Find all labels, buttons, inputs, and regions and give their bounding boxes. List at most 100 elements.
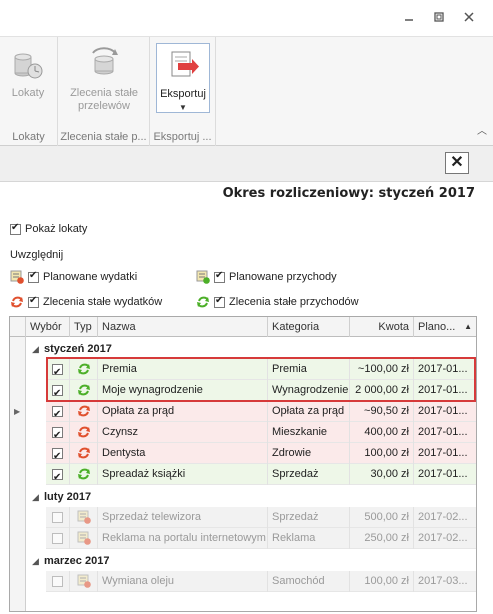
cell-typ xyxy=(70,528,98,549)
cell-wybor xyxy=(46,528,70,549)
recurring-expense-icon xyxy=(10,295,24,309)
recurring-expense-icon xyxy=(77,446,91,460)
table-row[interactable]: Moje wynagrodzenieWynagrodzenie2 000,00 … xyxy=(46,380,476,401)
row-checkbox[interactable] xyxy=(52,575,63,587)
ribbon-group-label: Eksportuj ... xyxy=(153,131,212,143)
eksportuj-button[interactable]: Eksportuj ▼ xyxy=(156,43,210,113)
row-checkbox[interactable] xyxy=(52,511,63,523)
table-row[interactable]: Sprzedaż telewizora Sprzedaż 500,00 zł 2017… xyxy=(46,507,476,528)
cell-kwota: 2 000,00 zł xyxy=(350,380,414,401)
table-row[interactable]: CzynszMieszkanie400,00 zł 2017-01... xyxy=(46,422,476,443)
zlecenia-button-label-2: przelewów xyxy=(78,100,130,112)
recurring-coins-icon xyxy=(87,45,121,81)
table-row[interactable]: Opłata za prądOpłata za prąd~90,50 zł201… xyxy=(46,401,476,422)
pokaz-lokaty-checkbox[interactable]: Pokaż lokaty xyxy=(10,222,88,235)
cell-nazwa: Wymiana oleju xyxy=(98,571,268,592)
cell-kategoria: Premia xyxy=(268,359,350,380)
planned-expense-icon xyxy=(10,270,24,284)
row-indicator-column xyxy=(10,337,26,611)
collapse-group-icon[interactable]: ◢ xyxy=(32,339,39,359)
column-header-nazwa[interactable]: Nazwa xyxy=(98,317,268,337)
checkbox[interactable] xyxy=(214,270,225,283)
table-row[interactable]: PremiaPremia~100,00 zł2017-01... xyxy=(46,359,476,380)
checkbox[interactable] xyxy=(28,270,39,283)
zlecenia-przychodow-label: Zlecenia stałe przychodów xyxy=(229,295,359,308)
cell-kwota: 500,00 zł xyxy=(350,507,414,528)
group-header[interactable]: ◢ luty 2017 xyxy=(26,487,91,507)
cell-kategoria: Reklama xyxy=(268,528,350,549)
cell-kategoria: Sprzedaż xyxy=(268,464,350,485)
cell-wybor xyxy=(46,571,70,592)
collapse-ribbon-icon[interactable]: ︿ xyxy=(477,122,487,137)
row-checkbox[interactable] xyxy=(52,362,63,380)
table-row[interactable]: Spreadaż książkiSprzedaż30,00 zł 2017-01.… xyxy=(46,464,476,485)
row-checkbox[interactable] xyxy=(52,383,63,401)
minimize-icon[interactable] xyxy=(402,10,416,24)
cell-wybor xyxy=(46,443,70,464)
row-checkbox[interactable] xyxy=(52,467,63,485)
planned-expense-icon xyxy=(77,510,91,524)
close-panel-button[interactable]: ✕ xyxy=(445,152,469,174)
cell-planowana: 2017-01... xyxy=(418,363,468,375)
column-header-kwota[interactable]: Kwota xyxy=(350,317,414,337)
cell-kategoria: Zdrowie xyxy=(268,443,350,464)
recurring-income-icon xyxy=(77,383,91,397)
coins-icon xyxy=(11,45,45,81)
zlecenia-wydatkow-option[interactable]: Zlecenia stałe wydatków xyxy=(10,295,162,309)
column-header-typ[interactable]: Typ xyxy=(70,317,98,337)
recurring-income-icon xyxy=(77,362,91,376)
cell-kwota: 100,00 zł xyxy=(350,443,414,464)
row-checkbox[interactable] xyxy=(52,446,63,464)
recurring-expense-icon xyxy=(77,425,91,439)
lokaty-button[interactable]: Lokaty xyxy=(6,45,50,100)
row-checkbox[interactable] xyxy=(52,532,63,544)
zlecenia-przychodow-option[interactable]: Zlecenia stałe przychodów xyxy=(196,295,359,309)
checkbox[interactable] xyxy=(28,295,39,308)
group-header[interactable]: ◢ marzec 2017 xyxy=(26,551,109,571)
checkbox[interactable] xyxy=(10,222,21,235)
cell-wybor xyxy=(46,401,70,422)
planowane-wydatki-label: Planowane wydatki xyxy=(43,270,138,283)
table-row[interactable]: Reklama na portalu internetowym Reklama 25… xyxy=(46,528,476,549)
collapse-group-icon[interactable]: ◢ xyxy=(32,487,39,507)
column-header-planowana[interactable]: Plano... ▲ xyxy=(414,317,476,337)
cell-nazwa: Reklama na portalu internetowym xyxy=(98,528,268,549)
cell-wybor xyxy=(46,507,70,528)
cell-kwota: ~100,00 zł xyxy=(350,359,414,380)
zlecenia-stale-button[interactable]: Zlecenia stałe przelewów xyxy=(62,45,146,113)
cell-kategoria: Sprzedaż xyxy=(268,507,350,528)
table-row[interactable]: DentystaZdrowie100,00 zł 2017-01... xyxy=(46,443,476,464)
restore-icon[interactable] xyxy=(432,10,446,24)
planowane-przychody-option[interactable]: Planowane przychody xyxy=(196,270,337,284)
table-row[interactable]: Wymiana oleju Samochód 100,00 zł 2017-03... xyxy=(46,571,476,592)
zlecenia-button-label-1: Zlecenia stałe xyxy=(70,87,138,99)
content-area: Okres rozliczeniowy: styczeń 2017 Pokaż … xyxy=(0,182,493,614)
cell-wybor xyxy=(46,380,70,401)
zlecenia-wydatkow-label: Zlecenia stałe wydatków xyxy=(43,295,163,308)
close-icon[interactable] xyxy=(462,10,476,24)
column-header-wybor[interactable]: Wybór xyxy=(26,317,70,337)
sort-ascending-icon: ▲ xyxy=(464,322,472,331)
cell-nazwa: Opłata za prąd xyxy=(98,401,268,422)
current-row-arrow-icon: ▶ xyxy=(14,407,21,416)
lokaty-button-label: Lokaty xyxy=(11,87,45,99)
row-checkbox[interactable] xyxy=(52,404,63,422)
cell-kwota: 100,00 zł xyxy=(350,571,414,592)
ribbon-group-label: Lokaty xyxy=(12,131,45,143)
cell-kwota: 400,00 zł xyxy=(350,422,414,443)
planowane-wydatki-option[interactable]: Planowane wydatki xyxy=(10,270,137,284)
planned-expense-icon xyxy=(77,574,91,588)
cell-kategoria: Opłata za prąd xyxy=(268,401,350,422)
cell-wybor xyxy=(46,359,70,380)
cell-planowana: 2017-01... xyxy=(418,447,468,459)
row-checkbox[interactable] xyxy=(52,425,63,443)
group-header[interactable]: ◢ styczeń 2017 xyxy=(26,339,112,359)
panel-header: ✕ xyxy=(0,146,493,182)
checkbox[interactable] xyxy=(214,295,225,308)
cell-kwota: 250,00 zł xyxy=(350,528,414,549)
dropdown-arrow-icon: ▼ xyxy=(179,103,187,112)
header-indicator-cell xyxy=(10,317,26,337)
column-header-kategoria[interactable]: Kategoria xyxy=(268,317,350,337)
collapse-group-icon[interactable]: ◢ xyxy=(32,551,39,571)
pokaz-lokaty-label: Pokaż lokaty xyxy=(25,223,88,235)
